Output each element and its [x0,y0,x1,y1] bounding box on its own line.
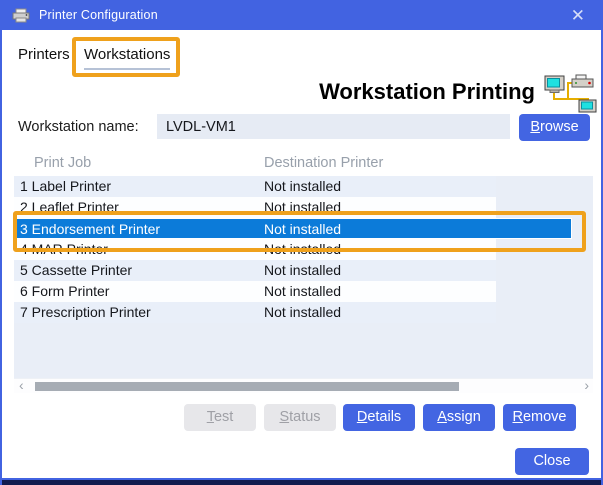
column-header-destination-printer: Destination Printer [264,155,383,171]
destination-cell: Not installed [264,219,341,240]
table-row[interactable]: 5 Cassette Printer Not installed [14,260,593,281]
scroll-left-icon[interactable]: ‹ [19,378,24,393]
page-title: Workstation Printing [319,79,535,105]
table-row[interactable]: 2 Leaflet Printer Not installed [14,197,593,218]
remove-button[interactable]: Remove [503,404,576,431]
tab-printers[interactable]: Printers [18,46,70,63]
print-job-cell: 1 Label Printer [20,176,111,197]
tab-workstations[interactable]: Workstations [84,46,170,70]
destination-cell: Not installed [264,281,341,302]
table-row-selected[interactable]: 3 Endorsement Printer Not installed [14,218,572,239]
table-row[interactable]: 6 Form Printer Not installed [14,281,593,302]
print-job-cell: 4 MAR Printer [20,239,108,260]
print-job-cell: 7 Prescription Printer [20,302,151,323]
scrollbar-thumb[interactable] [35,382,459,391]
table-row[interactable]: 7 Prescription Printer Not installed [14,302,593,323]
network-printing-icon [543,74,600,114]
assign-button[interactable]: Assign [423,404,495,431]
print-job-cell: 5 Cassette Printer [20,260,132,281]
printer-configuration-dialog: Printer Configuration ✕ Printers Worksta… [0,0,603,485]
window-bottom-border [0,478,603,485]
horizontal-scrollbar[interactable]: ‹ › [14,378,593,393]
table-row[interactable]: 1 Label Printer Not installed [14,176,593,197]
close-icon[interactable]: ✕ [565,5,591,26]
destination-cell: Not installed [264,176,341,197]
printer-icon [12,8,30,23]
window-title: Printer Configuration [39,8,158,22]
browse-button[interactable]: Browse [519,114,590,141]
print-job-cell: 6 Form Printer [20,281,109,302]
destination-cell: Not installed [264,302,341,323]
workstation-name-input[interactable] [157,114,510,139]
workstation-name-label: Workstation name: [18,119,139,135]
print-job-cell: 2 Leaflet Printer [20,197,119,218]
list-header: Print Job Destination Printer [14,152,593,176]
column-header-print-job: Print Job [34,155,91,171]
test-button[interactable]: Test [184,404,256,431]
scroll-right-icon[interactable]: › [584,378,589,393]
status-button[interactable]: Status [264,404,336,431]
destination-cell: Not installed [264,197,341,218]
destination-cell: Not installed [264,239,341,260]
table-row[interactable]: 4 MAR Printer Not installed [14,239,593,260]
print-job-cell: 3 Endorsement Printer [20,219,160,240]
details-button[interactable]: Details [343,404,415,431]
destination-cell: Not installed [264,260,341,281]
close-button[interactable]: Close [515,448,589,475]
title-bar: Printer Configuration ✕ [0,0,603,30]
print-job-list: Print Job Destination Printer 1 Label Pr… [14,152,593,378]
list-rows: 1 Label Printer Not installed 2 Leaflet … [14,176,593,323]
